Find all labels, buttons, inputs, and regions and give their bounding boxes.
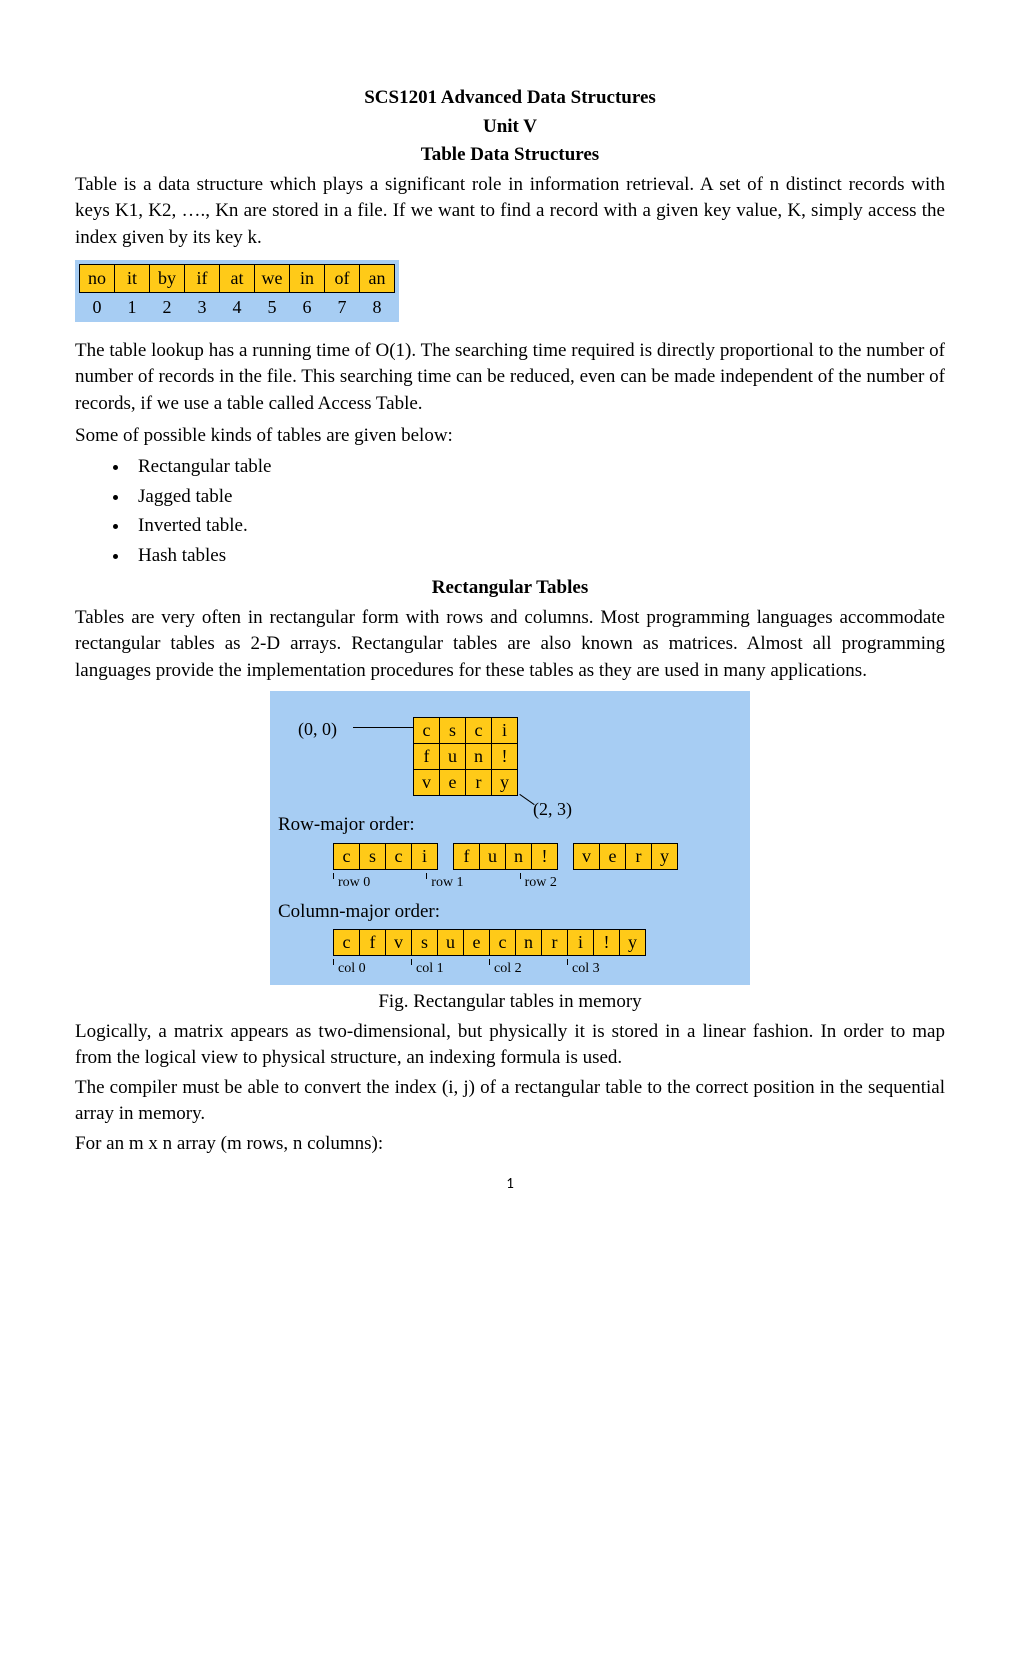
strip-cell: u xyxy=(438,930,464,956)
course-code: SCS1201 Advanced Data Structures xyxy=(75,85,945,112)
index: 0 xyxy=(80,292,115,320)
grid-wrap: (0, 0) c s c i f u n ! v e r xyxy=(278,717,742,807)
col-major-strip: c f v s u e c n r i ! y xyxy=(333,929,646,956)
strip-cell: y xyxy=(652,843,678,869)
strip-cell: f xyxy=(454,843,480,869)
matrix-grid: c s c i f u n ! v e r y xyxy=(413,717,518,797)
unit-title: Unit V xyxy=(75,114,945,141)
strip-cell: ! xyxy=(594,930,620,956)
list-item: Hash tables xyxy=(130,543,945,570)
grid-cell: s xyxy=(440,717,466,743)
index: 6 xyxy=(290,292,325,320)
cell: we xyxy=(255,264,290,292)
index: 2 xyxy=(150,292,185,320)
index: 5 xyxy=(255,292,290,320)
col-labels: col 0 col 1 col 2 col 3 xyxy=(333,959,742,979)
row-label: row 2 xyxy=(520,873,557,893)
col-label: col 2 xyxy=(489,959,567,979)
cell: if xyxy=(185,264,220,292)
kinds-list: Rectangular table Jagged table Inverted … xyxy=(130,454,945,569)
index: 8 xyxy=(360,292,395,320)
strip-cell: v xyxy=(386,930,412,956)
list-item: Jagged table xyxy=(130,484,945,511)
page: SCS1201 Advanced Data Structures Unit V … xyxy=(0,0,1020,1255)
list-item: Rectangular table xyxy=(130,454,945,481)
gap xyxy=(438,843,454,869)
strip-cell: e xyxy=(464,930,490,956)
grid-cell: v xyxy=(414,770,440,796)
topic-title: Table Data Structures xyxy=(75,142,945,169)
strip-cell: r xyxy=(626,843,652,869)
col-major-label: Column-major order: xyxy=(278,899,742,926)
grid-cell: y xyxy=(492,770,518,796)
strip-cell: ! xyxy=(532,843,558,869)
grid-cell: n xyxy=(466,743,492,769)
cell: it xyxy=(115,264,150,292)
intro-paragraph: Table is a data structure which plays a … xyxy=(75,172,945,252)
strip-cell: i xyxy=(568,930,594,956)
rect-figure: (0, 0) c s c i f u n ! v e r xyxy=(270,691,750,985)
grid-cell: r xyxy=(466,770,492,796)
strip-cell: c xyxy=(490,930,516,956)
strip-cell: n xyxy=(506,843,532,869)
index: 7 xyxy=(325,292,360,320)
strip-cell: s xyxy=(360,843,386,869)
grid-cell: u xyxy=(440,743,466,769)
strip-cell: e xyxy=(600,843,626,869)
paragraph-2: The table lookup has a running time of O… xyxy=(75,338,945,418)
header-block: SCS1201 Advanced Data Structures Unit V … xyxy=(75,85,945,169)
index: 1 xyxy=(115,292,150,320)
rect-heading: Rectangular Tables xyxy=(75,575,945,602)
cell: no xyxy=(80,264,115,292)
strip-cell: r xyxy=(542,930,568,956)
strip-cell: n xyxy=(516,930,542,956)
row-label: row 0 xyxy=(333,873,370,893)
cell: in xyxy=(290,264,325,292)
row-labels: row 0 row 1 row 2 xyxy=(333,873,742,893)
index-table-figure: no it by if at we in of an 0 1 2 3 4 5 6… xyxy=(75,260,399,322)
strip-cell: u xyxy=(480,843,506,869)
index: 3 xyxy=(185,292,220,320)
grid-cell: c xyxy=(466,717,492,743)
col-label: col 3 xyxy=(567,959,645,979)
cell: by xyxy=(150,264,185,292)
page-number: 1 xyxy=(75,1174,945,1195)
list-item: Inverted table. xyxy=(130,513,945,540)
row-major-label: Row-major order: xyxy=(278,812,742,839)
index: 4 xyxy=(220,292,255,320)
grid-cell: ! xyxy=(492,743,518,769)
index-table: no it by if at we in of an 0 1 2 3 4 5 6… xyxy=(79,264,395,320)
col-label: col 1 xyxy=(411,959,489,979)
strip-cell: f xyxy=(360,930,386,956)
grid-cell: e xyxy=(440,770,466,796)
row-major-strip: c s c i f u n ! v e r y xyxy=(333,843,678,870)
origin-label: (0, 0) xyxy=(298,717,337,742)
cell: of xyxy=(325,264,360,292)
rect-paragraph: Tables are very often in rectangular for… xyxy=(75,605,945,685)
cell: an xyxy=(360,264,395,292)
grid-cell: c xyxy=(414,717,440,743)
col-label: col 0 xyxy=(333,959,411,979)
paragraph-3: Logically, a matrix appears as two-dimen… xyxy=(75,1019,945,1072)
figure-caption: Fig. Rectangular tables in memory xyxy=(75,989,945,1016)
paragraph-4: The compiler must be able to convert the… xyxy=(75,1075,945,1128)
strip-cell: c xyxy=(386,843,412,869)
strip-cell: v xyxy=(574,843,600,869)
strip-cell: y xyxy=(620,930,646,956)
kinds-intro: Some of possible kinds of tables are giv… xyxy=(75,423,945,450)
gap xyxy=(558,843,574,869)
corner-label: (2, 3) xyxy=(533,797,572,822)
strip-cell: c xyxy=(334,930,360,956)
paragraph-5: For an m x n array (m rows, n columns): xyxy=(75,1131,945,1158)
grid-cell: f xyxy=(414,743,440,769)
arrow-icon xyxy=(353,727,413,739)
strip-cell: c xyxy=(334,843,360,869)
cell: at xyxy=(220,264,255,292)
grid-cell: i xyxy=(492,717,518,743)
strip-cell: i xyxy=(412,843,438,869)
row-label: row 1 xyxy=(426,873,463,893)
strip-cell: s xyxy=(412,930,438,956)
